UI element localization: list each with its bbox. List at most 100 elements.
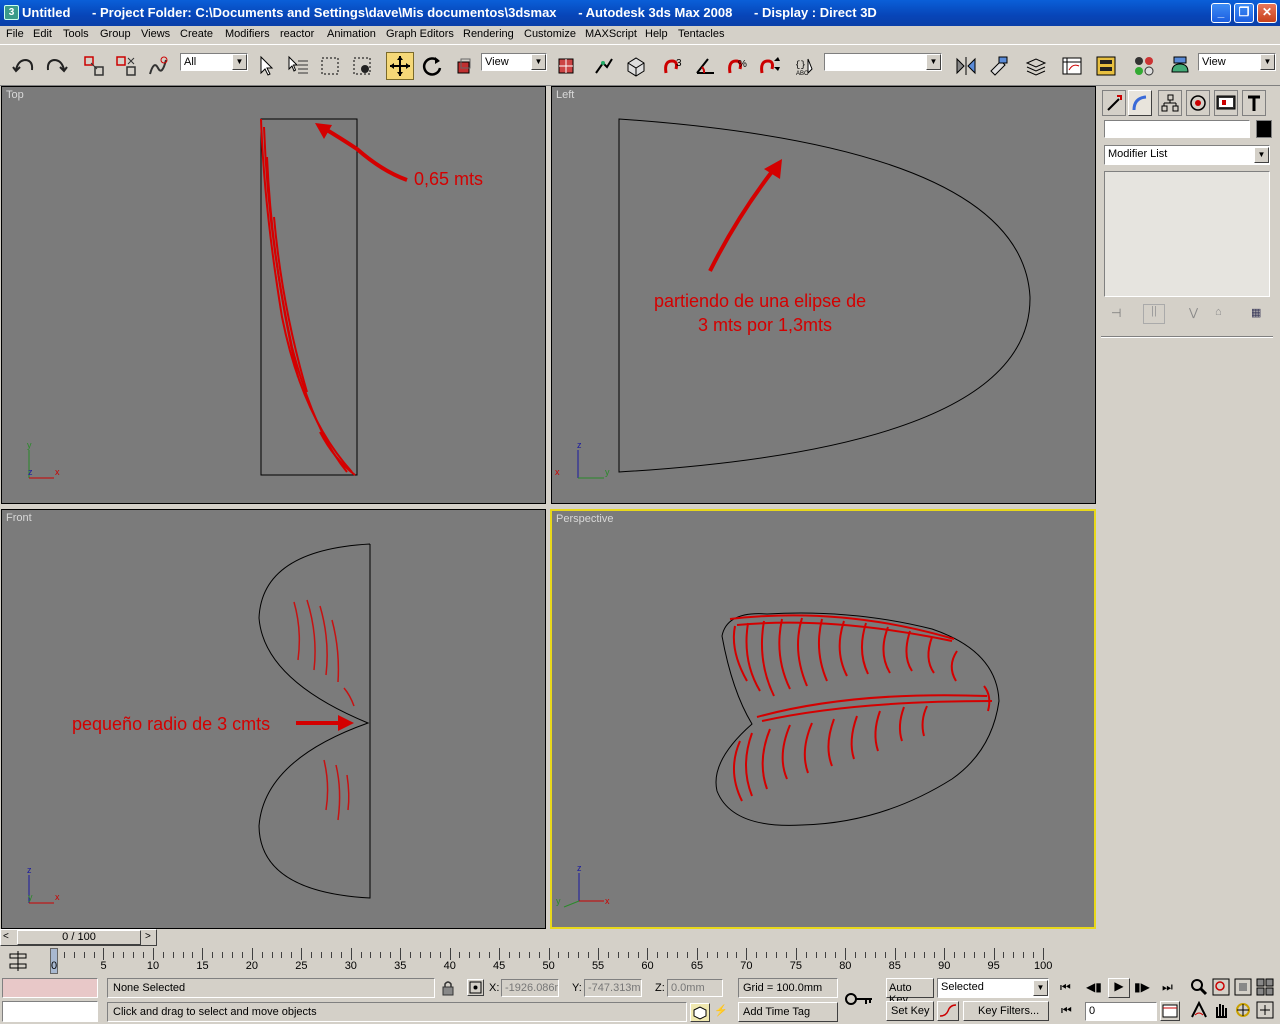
pan-view-icon[interactable] bbox=[1212, 1001, 1230, 1022]
menu-edit[interactable]: Edit bbox=[33, 28, 52, 40]
hierarchy-tab-icon[interactable] bbox=[1158, 90, 1182, 116]
unlink-selection-icon[interactable] bbox=[112, 52, 140, 80]
render-scene-icon[interactable] bbox=[1166, 52, 1194, 80]
current-frame-field[interactable]: 0 bbox=[1085, 1002, 1157, 1021]
key-filters-button[interactable]: Key Filters... bbox=[963, 1001, 1049, 1021]
curve-editor-icon[interactable] bbox=[1058, 52, 1086, 80]
rectangular-selection-icon[interactable] bbox=[316, 52, 344, 80]
use-pivot-center-icon[interactable] bbox=[552, 52, 580, 80]
minimize-button[interactable]: _ bbox=[1211, 3, 1231, 23]
percent-snap-icon[interactable]: % bbox=[724, 52, 752, 80]
next-frame-icon[interactable]: ▮▶ bbox=[1134, 980, 1150, 994]
select-and-rotate-icon[interactable] bbox=[418, 52, 446, 80]
spinner-snap-icon[interactable] bbox=[756, 52, 784, 80]
key-mode-dropdown[interactable]: Selected ▼ bbox=[937, 978, 1049, 998]
modifier-list-dropdown[interactable]: Modifier List ▼ bbox=[1104, 145, 1270, 165]
menu-group[interactable]: Group bbox=[100, 28, 131, 40]
menu-rendering[interactable]: Rendering bbox=[463, 28, 514, 40]
select-by-name-icon[interactable] bbox=[284, 52, 312, 80]
display-tab-icon[interactable] bbox=[1214, 90, 1238, 116]
bind-to-space-warp-icon[interactable] bbox=[144, 52, 172, 80]
keyboard-shortcut-override-icon[interactable] bbox=[622, 52, 650, 80]
create-tab-icon[interactable] bbox=[1102, 90, 1126, 116]
menu-tools[interactable]: Tools bbox=[63, 28, 89, 40]
make-unique-icon[interactable]: ⋁ bbox=[1189, 306, 1198, 319]
viewport-left[interactable]: Left z y x partiendo de una elipse de 3 … bbox=[551, 86, 1096, 504]
select-object-icon[interactable] bbox=[252, 52, 280, 80]
set-keys-icon[interactable] bbox=[844, 988, 874, 1010]
selection-filter-dropdown[interactable]: All ▼ bbox=[180, 53, 248, 71]
align-icon[interactable] bbox=[984, 52, 1012, 80]
default-in-out-tangents-icon[interactable] bbox=[937, 1001, 959, 1021]
maximize-viewport-icon[interactable] bbox=[1256, 1001, 1274, 1022]
remove-modifier-icon[interactable]: ⌂ bbox=[1215, 306, 1222, 318]
go-to-end-icon[interactable]: ⏭ bbox=[1162, 980, 1173, 995]
add-time-tag-button[interactable]: Add Time Tag bbox=[738, 1002, 838, 1022]
play-icon[interactable]: ▶ bbox=[1108, 978, 1130, 998]
open-mini-curve-editor-icon[interactable] bbox=[4, 950, 32, 974]
layer-manager-icon[interactable] bbox=[1022, 52, 1050, 80]
menu-help[interactable]: Help bbox=[645, 28, 668, 40]
previous-frame-icon[interactable]: ◀▮ bbox=[1086, 980, 1102, 994]
angle-snap-icon[interactable] bbox=[692, 52, 720, 80]
selection-lock-icon[interactable]: ⚡ bbox=[714, 1004, 732, 1021]
pin-stack-icon[interactable]: ⊣ bbox=[1111, 306, 1121, 320]
edit-named-selection-icon[interactable]: {} ABC bbox=[792, 52, 820, 80]
x-coord-field[interactable]: -1926.086m bbox=[501, 979, 559, 997]
zoom-extents-all-icon[interactable] bbox=[1256, 978, 1274, 999]
z-coord-field[interactable]: 0.0mm bbox=[667, 979, 723, 997]
app-icon[interactable]: 3 bbox=[4, 5, 19, 20]
object-color-swatch[interactable] bbox=[1256, 120, 1272, 138]
chevron-left-icon[interactable]: < bbox=[3, 931, 9, 942]
arc-rotate-icon[interactable] bbox=[1234, 1001, 1252, 1022]
menu-tentacles[interactable]: Tentacles bbox=[678, 28, 724, 40]
zoom-all-icon[interactable] bbox=[1212, 978, 1230, 999]
utilities-tab-icon[interactable] bbox=[1242, 90, 1266, 116]
time-slider-track[interactable]: < 0 / 100 > bbox=[0, 929, 157, 946]
named-selection-sets-dropdown[interactable]: ▼ bbox=[824, 53, 942, 71]
redo-icon[interactable] bbox=[42, 52, 70, 80]
viewport-perspective[interactable]: Perspective z x y bbox=[550, 509, 1096, 929]
material-editor-icon[interactable] bbox=[1130, 52, 1158, 80]
snaps-toggle-icon[interactable]: 3 bbox=[660, 52, 688, 80]
configure-modifier-sets-icon[interactable]: ▦ bbox=[1251, 306, 1261, 319]
schematic-view-icon[interactable] bbox=[1092, 52, 1120, 80]
motion-tab-icon[interactable] bbox=[1186, 90, 1210, 116]
menu-maxscript[interactable]: MAXScript bbox=[585, 28, 637, 40]
chevron-right-icon[interactable]: > bbox=[145, 931, 151, 942]
object-name-field[interactable] bbox=[1104, 120, 1250, 138]
zoom-icon[interactable] bbox=[1190, 978, 1208, 999]
viewport-front[interactable]: Front z x y pequeño radio de 3 cmts bbox=[1, 509, 546, 929]
menu-reactor[interactable]: reactor bbox=[280, 28, 314, 40]
modify-tab-icon[interactable] bbox=[1128, 90, 1152, 116]
modifier-stack[interactable] bbox=[1104, 171, 1270, 297]
maximize-button[interactable]: ❐ bbox=[1234, 3, 1254, 23]
select-and-link-icon[interactable] bbox=[80, 52, 108, 80]
close-button[interactable]: ✕ bbox=[1257, 3, 1277, 23]
key-mode-toggle-icon[interactable]: ⏮ bbox=[1061, 1003, 1072, 1018]
y-coord-field[interactable]: -747.313mi bbox=[584, 979, 642, 997]
absolute-mode-toggle-icon[interactable] bbox=[467, 979, 484, 996]
set-key-button[interactable]: Set Key bbox=[886, 1001, 934, 1021]
time-configuration-icon[interactable] bbox=[1160, 1001, 1180, 1021]
menu-create[interactable]: Create bbox=[180, 28, 213, 40]
reference-coordinate-dropdown[interactable]: View ▼ bbox=[481, 53, 547, 71]
menu-file[interactable]: File bbox=[6, 28, 24, 40]
window-crossing-icon[interactable] bbox=[348, 52, 376, 80]
time-slider-thumb[interactable]: 0 / 100 bbox=[17, 930, 141, 945]
menu-views[interactable]: Views bbox=[141, 28, 170, 40]
undo-icon[interactable] bbox=[10, 52, 38, 80]
menu-customize[interactable]: Customize bbox=[524, 28, 576, 40]
show-end-result-icon[interactable]: || bbox=[1143, 304, 1165, 324]
maxscript-listener-pink[interactable] bbox=[2, 978, 98, 998]
zoom-extents-icon[interactable] bbox=[1234, 978, 1252, 999]
maxscript-listener-white[interactable] bbox=[2, 1001, 98, 1022]
lock-icon[interactable] bbox=[441, 980, 455, 996]
auto-key-button[interactable]: Auto Key bbox=[886, 978, 934, 1006]
menu-graph-editors[interactable]: Graph Editors bbox=[386, 28, 454, 40]
menu-modifiers[interactable]: Modifiers bbox=[225, 28, 270, 40]
select-and-move-icon[interactable] bbox=[386, 52, 414, 80]
select-and-manipulate-icon[interactable] bbox=[590, 52, 618, 80]
viewport-top[interactable]: Top y x z 0,65 mts bbox=[1, 86, 546, 504]
menu-animation[interactable]: Animation bbox=[327, 28, 376, 40]
